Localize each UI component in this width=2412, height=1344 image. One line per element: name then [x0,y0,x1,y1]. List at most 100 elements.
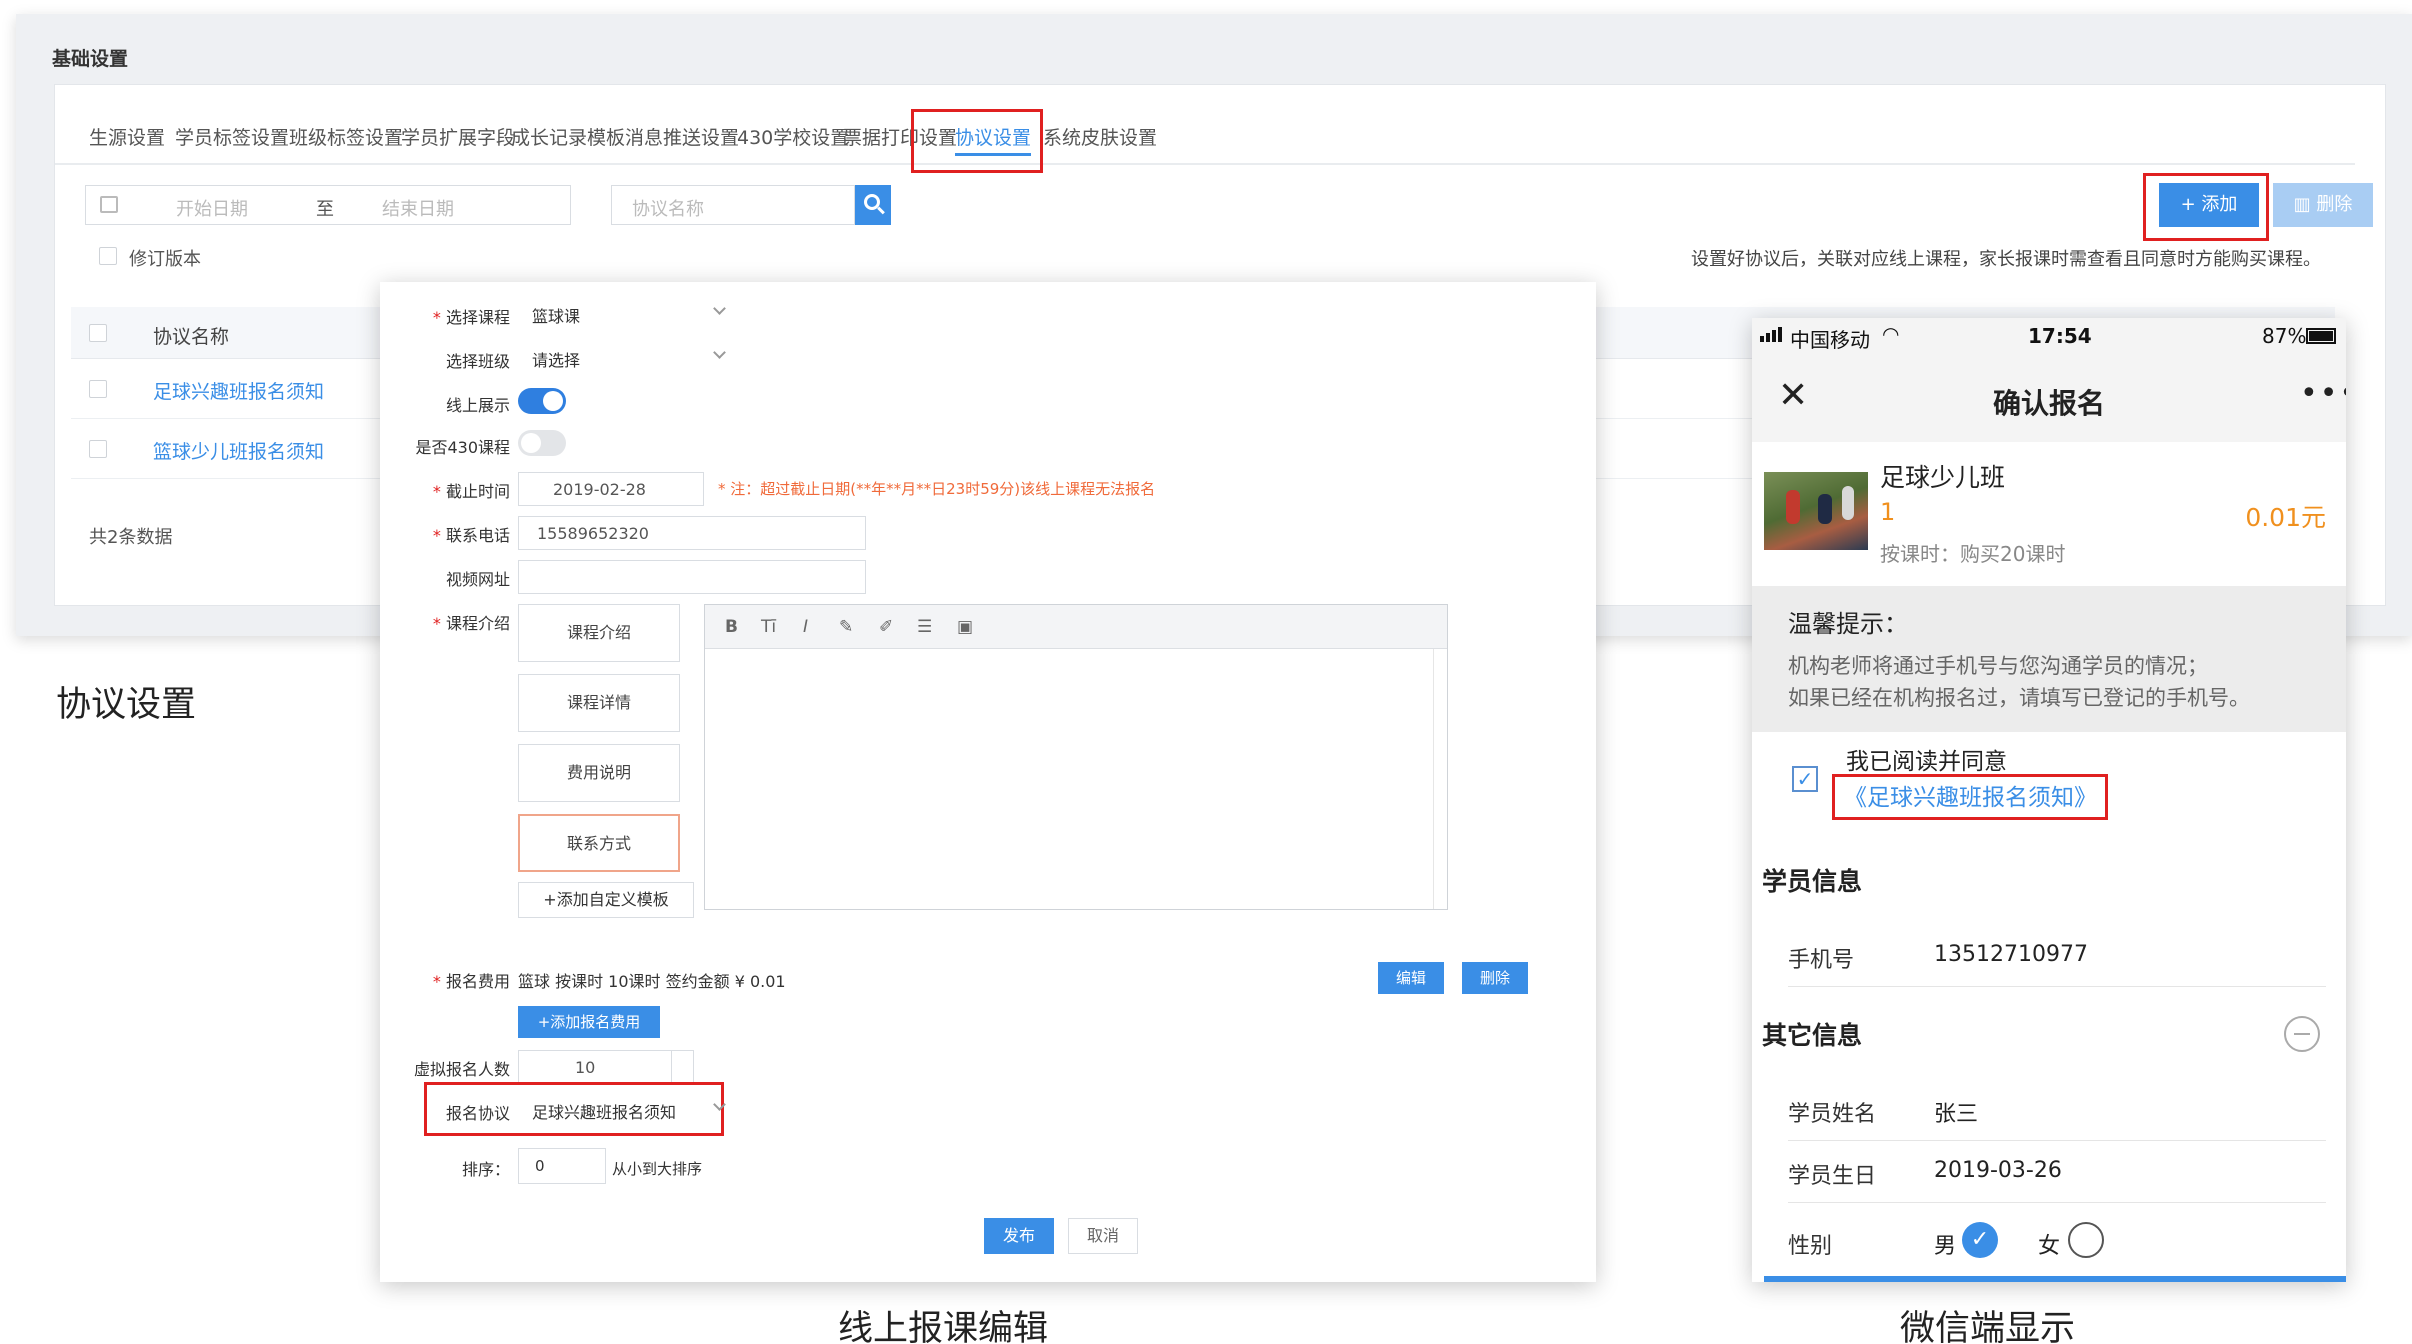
phone-label: * 联系电话 [432,526,510,545]
brush-icon[interactable]: ✐ [879,617,893,637]
protocol-name-input[interactable]: 协议名称 [611,185,855,225]
fee-delete-button[interactable]: 删除 [1462,962,1528,994]
intro-tab-course-intro[interactable]: 课程介绍 [518,604,680,662]
student-birthday-value[interactable]: 2019-03-26 [1934,1158,2062,1183]
tab-push-settings[interactable]: 消息推送设置 [625,123,739,150]
course-thumbnail-player [1818,494,1832,524]
caption-protocol-settings: 协议设置 [56,685,197,725]
course-label: * 选择课程 [432,308,510,327]
intro-tab-course-detail[interactable]: 课程详情 [518,674,680,732]
tab-student-tags[interactable]: 学员标签设置 [175,123,289,150]
gender-female-label: 女 [2038,1234,2061,1259]
gender-label: 性别 [1788,1234,1833,1259]
status-time: 17:54 [2028,324,2092,348]
italic-icon[interactable]: I [803,617,808,637]
editor-scrollbar[interactable] [1433,649,1447,909]
collapse-icon[interactable] [2284,1016,2320,1052]
student-name-value[interactable]: 张三 [1934,1096,1978,1128]
calendar-icon [100,196,118,213]
row-checkbox[interactable] [89,440,107,458]
image-icon[interactable]: ▣ [957,617,973,637]
tab-class-tags[interactable]: 班级标签设置 [289,123,403,150]
more-icon[interactable]: ••• [2300,376,2346,411]
total-count: 共2条数据 [89,527,173,548]
online-display-label: 线上展示 [445,396,510,415]
phone-number-value[interactable]: 13512710977 [1934,942,2088,967]
add-fee-button[interactable]: +添加报名费用 [518,1006,660,1038]
intro-tab-fee-desc[interactable]: 费用说明 [518,744,680,802]
video-url-input[interactable] [518,560,866,594]
agreement-link[interactable]: 《足球兴趣班报名须知》 [1844,778,2097,812]
align-icon[interactable]: ☰ [917,617,932,637]
student-birthday-label: 学员生日 [1788,1164,1877,1189]
course-thumbnail-player [1842,486,1854,520]
delete-button[interactable]: ▥ 删除 [2273,183,2373,227]
rich-text-editor[interactable]: B Tī I ✎ ✐ ☰ ▣ [704,604,1448,910]
deadline-note: * 注：超过截止日期(**年**月**日23时59分)该线上课程无法报名 [718,480,1156,498]
protocol-link[interactable]: 篮球少儿班报名须知 [153,437,324,464]
video-url-label: 视频网址 [445,570,510,589]
tab-430-school[interactable]: 430学校设置 [737,123,849,150]
sort-tip: 从小到大排序 [612,1160,703,1178]
row-checkbox[interactable] [89,380,107,398]
publish-button[interactable]: 发布 [984,1218,1054,1254]
delete-button-label: 删除 [2316,194,2353,215]
course-card: 足球少儿班 1 0.01元 按课时：购买20课时 [1752,442,2346,586]
signal-icon-bar [1766,333,1770,342]
is-430-label: 是否430课程 [415,438,510,457]
carrier-name: 中国移动 [1790,328,1870,352]
tab-skin-settings[interactable]: 系统皮肤设置 [1043,123,1157,150]
tab-growth-template[interactable]: 成长记录模板 [511,123,625,150]
tab-student-fields[interactable]: 学员扩展字段 [401,123,515,150]
gender-male-radio[interactable]: ✓ [1962,1222,1998,1258]
date-range-picker[interactable]: 开始日期 至 结束日期 [85,185,571,225]
wifi-icon: ◠ [1882,322,1900,346]
is-430-toggle[interactable] [518,430,566,456]
divider [1788,986,2326,987]
add-button[interactable]: + 添加 [2159,183,2259,227]
phone-number-label: 手机号 [1788,948,1855,973]
course-thumbnail-player [1786,490,1800,524]
battery-percent: 87% [2262,324,2307,348]
signal-icon-bar [1772,330,1776,342]
protocol-select[interactable]: 足球兴趣班报名须知 [518,1092,728,1126]
agree-checkbox[interactable]: ✓ [1792,766,1818,792]
course-select[interactable]: 篮球课 [518,296,728,330]
fee-edit-button[interactable]: 编辑 [1378,962,1444,994]
revision-checkbox[interactable] [99,247,117,265]
intro-tab-contact[interactable]: 联系方式 [518,814,680,872]
settings-tabs: 生源设置 学员标签设置 班级标签设置 学员扩展字段 成长记录模板 消息推送设置 … [55,85,2355,165]
tips-line-1: 机构老师将通过手机号与您沟通学员的情况； [1788,654,2208,678]
signal-icon [1760,336,1764,342]
stepper-arrows[interactable] [671,1051,693,1083]
add-template-button[interactable]: +添加自定义模板 [518,882,694,918]
chevron-down-icon [713,346,726,359]
virtual-count-stepper[interactable]: 10 [518,1050,694,1084]
toggle-knob [543,391,563,411]
class-select[interactable]: 请选择 [518,340,728,374]
cancel-button[interactable]: 取消 [1068,1218,1138,1254]
select-all-checkbox[interactable] [89,324,107,342]
phone-input[interactable]: 15589652320 [518,516,866,550]
deadline-input[interactable]: 2019-02-28 [518,472,704,506]
intro-label: * 课程介绍 [432,614,510,633]
course-thumbnail [1764,472,1868,550]
online-display-toggle[interactable] [518,388,566,414]
protocol-link[interactable]: 足球兴趣班报名须知 [153,377,324,404]
bold-icon[interactable]: B [725,617,738,637]
chevron-down-icon [713,1098,726,1111]
editor-toolbar: B Tī I ✎ ✐ ☰ ▣ [705,605,1447,649]
sort-input[interactable]: 0 [518,1148,606,1184]
phone-label-text: 联系电话 [445,526,510,545]
course-select-value: 篮球课 [532,307,581,326]
text-size-icon[interactable]: Tī [761,617,776,637]
course-price: 0.01元 [2245,503,2326,532]
intro-label-text: 课程介绍 [445,614,510,633]
pen-icon[interactable]: ✎ [839,617,853,637]
fee-label-text: 报名费用 [445,972,510,991]
tab-source[interactable]: 生源设置 [89,123,165,150]
search-button[interactable] [855,185,891,225]
online-course-form: * 选择课程 篮球课 选择班级 请选择 线上展示 是否430课程 * 截止时间 … [380,282,1596,1282]
gender-female-radio[interactable] [2068,1222,2104,1258]
protocol-tip: 设置好协议后，关联对应线上课程，家长报课时需查看且同意时方能购买课程。 [1691,249,2321,270]
